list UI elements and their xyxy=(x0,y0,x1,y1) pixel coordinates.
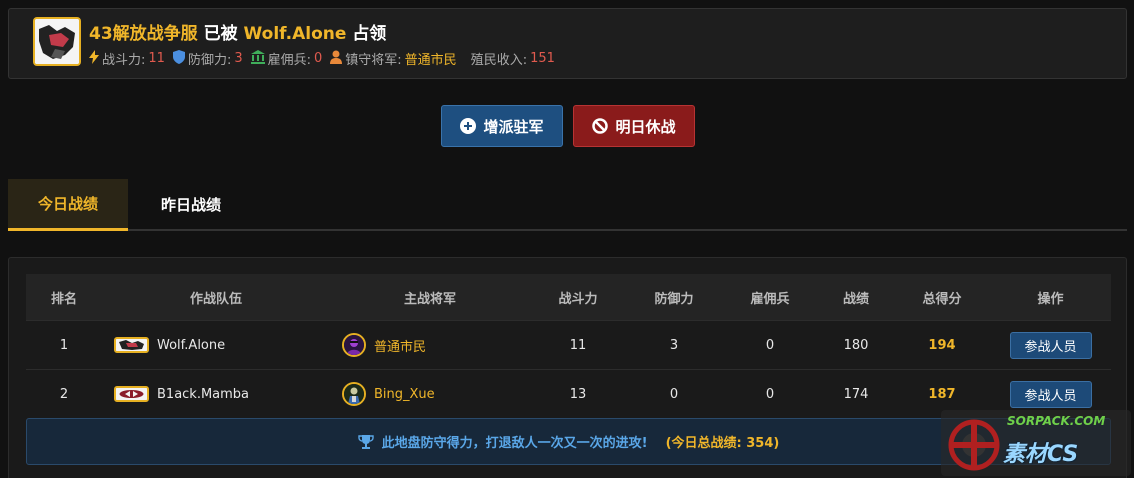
col-defense: 防御力 xyxy=(654,291,694,307)
stat-merc: 雇佣兵: 0 xyxy=(250,49,323,68)
stat-defense: 防御力: 3 xyxy=(172,49,243,68)
general-cell: 普通市民 xyxy=(330,333,530,357)
reinforce-button[interactable]: 增派驻军 xyxy=(441,105,563,147)
table-row: 1 Wolf.Alone 普通市民 11 3 0 180 194 参战人员 xyxy=(26,320,1111,369)
general-name[interactable]: 普通市民 xyxy=(374,336,426,355)
stat-general: 镇守将军: 普通市民 xyxy=(330,49,457,68)
total-score-cell: 187 xyxy=(928,386,956,402)
stat-general-label: 镇守将军: xyxy=(345,53,402,68)
ban-icon xyxy=(592,118,609,134)
rank-cell: 1 xyxy=(59,337,69,353)
general-avatar xyxy=(342,382,366,406)
col-general: 主战将军 xyxy=(403,291,456,307)
server-name: 43解放战争服 xyxy=(89,24,198,44)
occupier-avatar xyxy=(33,17,81,66)
rank-cell: 2 xyxy=(59,386,69,402)
site-watermark: SORPACK.COM 素材CS xyxy=(941,410,1131,476)
stat-defense-value: 3 xyxy=(234,51,243,66)
ops-cell: 参战人员 xyxy=(990,331,1111,359)
stat-general-value: 普通市民 xyxy=(404,53,457,68)
lightning-icon xyxy=(89,49,99,68)
info-message: 此地盘防守得力，打退敌人一次又一次的进攻! xyxy=(381,436,648,451)
stat-power-label: 战斗力: xyxy=(102,53,146,68)
bank-icon xyxy=(250,49,265,68)
team-name: B1ack.Mamba xyxy=(157,386,250,402)
trophy-icon xyxy=(357,434,374,450)
ops-cell: 参战人员 xyxy=(990,380,1111,408)
stat-power: 战斗力: 11 xyxy=(89,49,165,68)
col-rank: 排名 xyxy=(50,291,77,307)
watermark-bottom: 素材CS xyxy=(1003,442,1079,467)
record-cell: 180 xyxy=(843,337,869,353)
power-cell: 13 xyxy=(569,386,587,402)
total-score-cell: 194 xyxy=(928,337,956,353)
participants-button[interactable]: 参战人员 xyxy=(1009,380,1092,408)
col-record: 战绩 xyxy=(842,291,869,307)
col-total: 总得分 xyxy=(922,291,962,307)
team-logo-icon xyxy=(114,386,149,402)
team-logo-icon xyxy=(114,337,149,353)
merc-cell: 0 xyxy=(765,386,775,402)
info-total: (今日总战绩: 354) xyxy=(665,436,780,451)
shield-icon xyxy=(172,49,185,68)
general-avatar xyxy=(342,333,366,357)
col-ops: 操作 xyxy=(1037,291,1064,307)
power-cell: 11 xyxy=(569,337,587,353)
occupier-name: Wolf.Alone xyxy=(243,24,347,44)
watermark-logo-icon xyxy=(948,419,1000,471)
record-tabs: 今日战绩 昨日战绩 xyxy=(8,179,1127,231)
record-cell: 174 xyxy=(843,386,869,402)
truce-button[interactable]: 明日休战 xyxy=(573,105,695,147)
team-cell: Wolf.Alone xyxy=(102,337,330,353)
person-icon xyxy=(330,50,343,68)
participants-button[interactable]: 参战人员 xyxy=(1009,331,1092,359)
stat-power-value: 11 xyxy=(148,51,165,66)
stat-merc-label: 雇佣兵: xyxy=(267,53,311,68)
team-name: Wolf.Alone xyxy=(157,337,226,353)
col-team: 作战队伍 xyxy=(189,291,242,307)
stat-merc-value: 0 xyxy=(314,51,323,66)
territory-header: 43解放战争服 已被 Wolf.Alone 占领 战斗力: 11 防御力: 3 … xyxy=(8,8,1127,79)
team-cell: B1ack.Mamba xyxy=(102,386,330,402)
watermark-top: SORPACK.COM xyxy=(1007,414,1106,428)
general-name[interactable]: Bing_Xue xyxy=(374,387,435,402)
occupied-text: 已被 xyxy=(203,24,238,44)
header-stats: 战斗力: 11 防御力: 3 雇佣兵: 0 镇守将军: 普通市民 殖民收入: 1… xyxy=(89,49,563,68)
col-merc: 雇佣兵 xyxy=(750,291,790,307)
defense-cell: 3 xyxy=(669,337,679,353)
stat-income-value: 151 xyxy=(530,51,555,66)
col-power: 战斗力 xyxy=(558,291,598,307)
merc-cell: 0 xyxy=(765,337,775,353)
truce-label: 明日休战 xyxy=(615,117,676,136)
general-cell: Bing_Xue xyxy=(330,382,530,406)
occupy-suffix: 占领 xyxy=(352,24,387,44)
stat-income: 殖民收入: 151 xyxy=(471,49,555,68)
tab-today[interactable]: 今日战绩 xyxy=(8,179,128,231)
table-header: 排名 作战队伍 主战将军 战斗力 防御力 雇佣兵 战绩 总得分 操作 xyxy=(26,274,1111,320)
header-title: 43解放战争服 已被 Wolf.Alone 占领 xyxy=(89,19,386,44)
stat-income-label: 殖民收入: xyxy=(470,53,528,68)
tab-yesterday[interactable]: 昨日战绩 xyxy=(131,179,251,229)
plus-circle-icon xyxy=(460,118,477,134)
defense-cell: 0 xyxy=(669,386,679,402)
stat-defense-label: 防御力: xyxy=(187,53,232,68)
reinforce-label: 增派驻军 xyxy=(483,117,544,136)
